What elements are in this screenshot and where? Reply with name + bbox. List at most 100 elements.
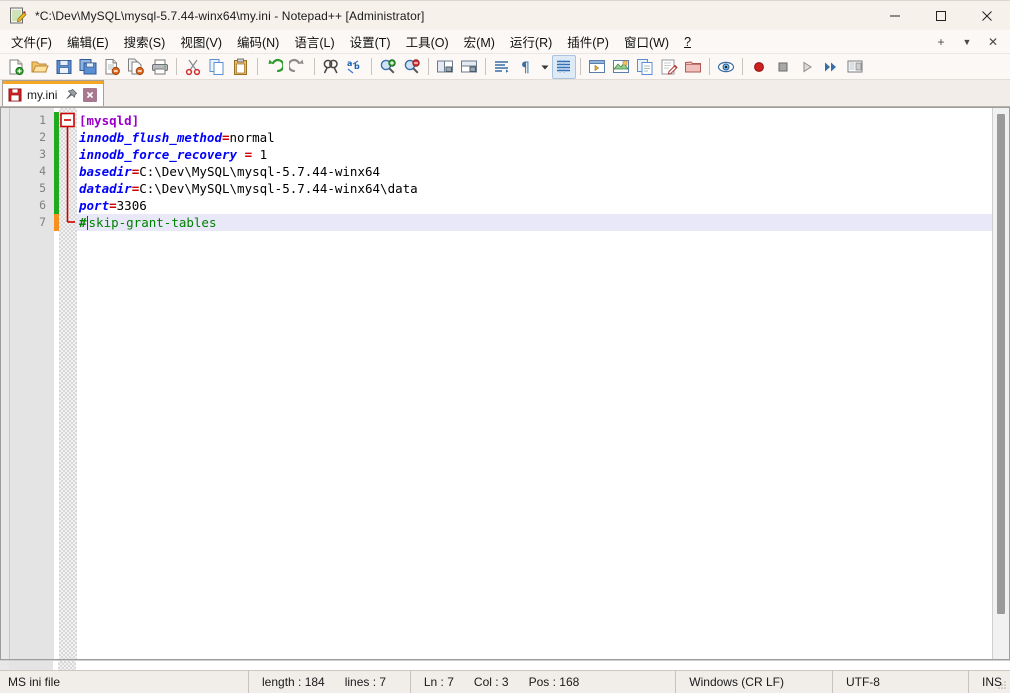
menu-macro[interactable]: 宏(M) <box>457 31 502 53</box>
code-token-value: 1 <box>259 147 268 162</box>
menu-file[interactable]: 文件(F) <box>4 31 59 53</box>
save-macro-icon[interactable] <box>843 55 867 79</box>
tab-label: my.ini <box>27 87 58 102</box>
show-all-characters-icon[interactable]: ¶ <box>514 55 538 79</box>
folder-as-workspace-icon[interactable] <box>657 55 681 79</box>
run-macro-multiple-icon[interactable] <box>819 55 843 79</box>
record-macro-icon[interactable] <box>747 55 771 79</box>
redo-icon[interactable] <box>286 55 310 79</box>
user-defined-language-icon[interactable] <box>585 55 609 79</box>
minimize-button[interactable] <box>872 1 918 31</box>
word-wrap-icon[interactable] <box>490 55 514 79</box>
line-number: 6 <box>39 198 46 212</box>
code-token-equals: = <box>109 198 117 213</box>
document-map-icon[interactable] <box>609 55 633 79</box>
vertical-scrollbar-thumb[interactable] <box>997 114 1005 614</box>
show-indent-guide-icon[interactable] <box>552 54 576 79</box>
menu-help[interactable]: ? <box>677 31 698 53</box>
code-text-area[interactable]: [mysqld] innodb_flush_method=normal inno… <box>77 108 992 659</box>
new-file-icon[interactable] <box>4 55 28 79</box>
hscroll-linenum-pad <box>9 661 53 670</box>
status-file-type: MS ini file <box>8 675 61 689</box>
close-file-icon[interactable] <box>100 55 124 79</box>
open-file-icon[interactable] <box>28 55 52 79</box>
find-icon[interactable] <box>319 55 343 79</box>
menu-encoding[interactable]: 编码(N) <box>230 31 286 53</box>
copy-icon[interactable] <box>205 55 229 79</box>
status-position: Pos : 168 <box>528 675 580 689</box>
code-line[interactable]: [mysqld] <box>77 112 992 129</box>
maximize-button[interactable] <box>918 1 964 31</box>
toolbar-separator <box>485 58 486 75</box>
zoom-in-icon[interactable] <box>376 55 400 79</box>
code-line[interactable]: innodb_flush_method=normal <box>77 129 992 146</box>
menubar-close-button[interactable]: ✕ <box>980 30 1006 54</box>
code-token-value: normal <box>229 130 275 145</box>
editor-area: 1 2 3 4 5 6 7 [mysqld] innodb_flush_meth… <box>0 107 1010 660</box>
replace-icon[interactable]: ab <box>343 55 367 79</box>
menu-view[interactable]: 视图(V) <box>173 31 229 53</box>
play-macro-icon[interactable] <box>795 55 819 79</box>
menu-bar: 文件(F) 编辑(E) 搜索(S) 视图(V) 编码(N) 语言(L) 设置(T… <box>0 30 1010 54</box>
code-line[interactable]: innodb_force_recovery = 1 <box>77 146 992 163</box>
code-token-hash: # <box>79 215 87 230</box>
save-icon[interactable] <box>52 55 76 79</box>
code-line[interactable]: datadir=C:\Dev\MySQL\mysql-5.7.44-winx64… <box>77 180 992 197</box>
code-line[interactable]: basedir=C:\Dev\MySQL\mysql-5.7.44-winx64 <box>77 163 992 180</box>
menu-plugins[interactable]: 插件(P) <box>560 31 616 53</box>
line-number-margin: 1 2 3 4 5 6 7 <box>10 108 54 659</box>
code-line-active[interactable]: # skip-grant-tables <box>77 214 992 231</box>
toolbar-separator <box>428 58 429 75</box>
code-token-section: [mysqld] <box>79 113 140 128</box>
pin-icon[interactable] <box>64 88 78 102</box>
menubar-add-button[interactable]: + <box>928 30 954 54</box>
status-line-number: Ln : 7 <box>423 675 454 689</box>
toolbar-separator <box>176 58 177 75</box>
close-all-icon[interactable] <box>124 55 148 79</box>
menu-settings[interactable]: 设置(T) <box>343 31 398 53</box>
code-token-value: C:\Dev\MySQL\mysql-5.7.44-winx64 <box>139 164 381 179</box>
menu-run[interactable]: 运行(R) <box>503 31 559 53</box>
unsaved-file-icon <box>8 88 22 102</box>
sync-vertical-scroll-icon[interactable] <box>433 55 457 79</box>
status-bar: MS ini file length : 184 lines : 7 Ln : … <box>0 670 1010 693</box>
tab-my-ini[interactable]: my.ini <box>2 80 105 106</box>
vertical-scrollbar[interactable] <box>992 108 1009 659</box>
code-token-comment: skip-grant-tables <box>88 215 217 230</box>
indent-guide-dropdown-icon[interactable] <box>538 55 552 79</box>
monitoring-icon[interactable] <box>714 55 738 79</box>
menu-window[interactable]: 窗口(W) <box>617 31 676 53</box>
menu-search[interactable]: 搜索(S) <box>117 31 173 53</box>
code-line[interactable]: port=3306 <box>77 197 992 214</box>
function-list-icon[interactable] <box>633 55 657 79</box>
stop-macro-icon[interactable] <box>771 55 795 79</box>
print-icon[interactable] <box>148 55 172 79</box>
undo-icon[interactable] <box>262 55 286 79</box>
paste-icon[interactable] <box>229 55 253 79</box>
zoom-out-icon[interactable] <box>400 55 424 79</box>
menubar-right-controls: + ▼ ✕ <box>928 30 1006 54</box>
menu-language[interactable]: 语言(L) <box>287 31 341 53</box>
menu-edit[interactable]: 编辑(E) <box>60 31 116 53</box>
save-all-icon[interactable] <box>76 55 100 79</box>
hscroll-track[interactable] <box>76 661 1010 670</box>
status-column-number: Col : 3 <box>473 675 509 689</box>
menu-tools[interactable]: 工具(O) <box>399 31 456 53</box>
hscroll-bookmark-pad <box>0 661 9 670</box>
line-number: 4 <box>39 164 46 178</box>
toolbar: ab ¶ <box>0 54 1010 80</box>
cut-icon[interactable] <box>181 55 205 79</box>
menubar-dropdown-button[interactable]: ▼ <box>954 30 980 54</box>
line-number: 1 <box>39 113 46 127</box>
fold-expanded-icon[interactable] <box>59 112 77 242</box>
resize-grip[interactable] <box>996 679 1008 691</box>
toolbar-separator <box>314 58 315 75</box>
bookmark-margin[interactable] <box>1 108 10 659</box>
horizontal-scrollbar[interactable] <box>0 660 1010 670</box>
close-tab-icon[interactable] <box>83 87 98 102</box>
sync-horizontal-scroll-icon[interactable] <box>457 55 481 79</box>
close-button[interactable] <box>964 1 1010 31</box>
document-list-icon[interactable] <box>681 55 705 79</box>
code-token-key: innodb_force_recovery <box>79 147 238 162</box>
fold-margin[interactable] <box>59 108 77 659</box>
